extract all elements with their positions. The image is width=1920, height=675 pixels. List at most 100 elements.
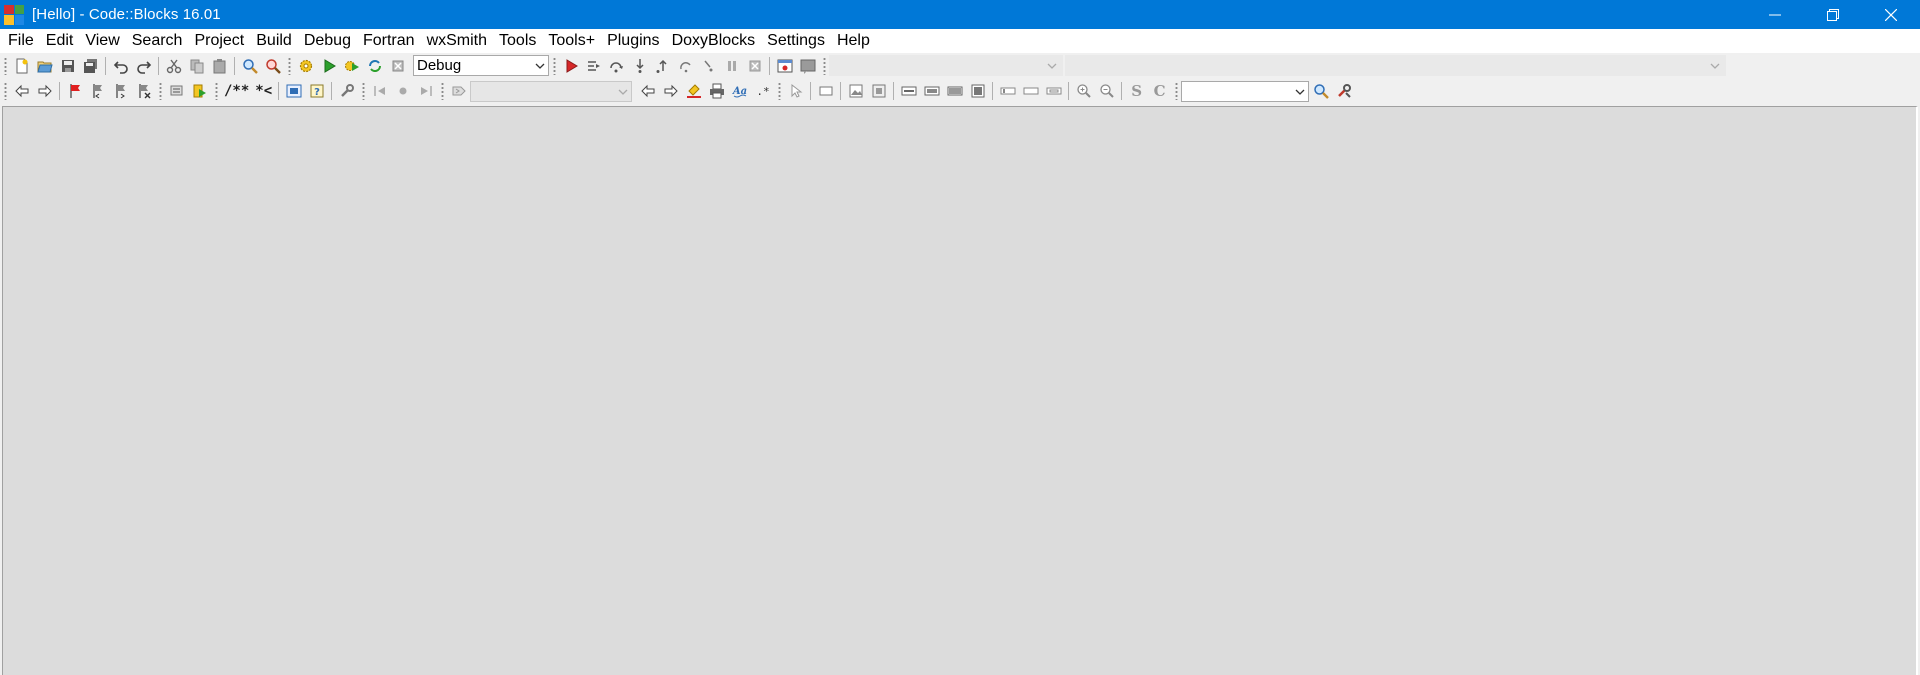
menu-wxsmith[interactable]: wxSmith	[421, 29, 493, 53]
run-button[interactable]	[317, 55, 340, 77]
sizer-2-button[interactable]	[920, 80, 943, 102]
abort-button[interactable]	[386, 55, 409, 77]
zoom-in-button[interactable]	[1072, 80, 1095, 102]
search-go-button[interactable]	[1309, 80, 1332, 102]
toggle-bookmark-button[interactable]	[63, 80, 86, 102]
toolbar-grip[interactable]	[159, 82, 162, 100]
stop-point-button[interactable]	[391, 80, 414, 102]
break-debugger-button[interactable]	[720, 55, 743, 77]
format-style-s-button[interactable]: S	[1125, 80, 1148, 102]
print-button[interactable]	[705, 80, 728, 102]
step-into-instruction-button[interactable]	[697, 55, 720, 77]
step-out-button[interactable]	[651, 55, 674, 77]
paste-button[interactable]	[208, 55, 231, 77]
save-all-button[interactable]	[79, 55, 102, 77]
border-3-button[interactable]	[1042, 80, 1065, 102]
run-script-button[interactable]	[188, 80, 211, 102]
replace-button[interactable]	[261, 55, 284, 77]
symbol-select[interactable]	[470, 80, 633, 102]
search-combo[interactable]	[1181, 80, 1310, 102]
toolbar-grip[interactable]	[823, 56, 826, 75]
regex-button[interactable]: .*	[751, 80, 774, 102]
build-target-select[interactable]: Debug	[413, 55, 549, 76]
menu-edit[interactable]: Edit	[40, 29, 80, 53]
go-to-first-button[interactable]	[368, 80, 391, 102]
toolbar-grip[interactable]	[778, 82, 782, 100]
menu-search[interactable]: Search	[126, 29, 189, 53]
image-tool-button[interactable]	[844, 80, 867, 102]
toolbar-grip[interactable]	[362, 82, 366, 100]
jump-back-button[interactable]	[10, 80, 33, 102]
close-button[interactable]	[1862, 0, 1920, 29]
various-info-button[interactable]	[796, 55, 819, 77]
highlight-button[interactable]	[682, 80, 705, 102]
doxyblocks-config-button[interactable]	[335, 80, 358, 102]
sizer-3-button[interactable]	[943, 80, 966, 102]
toolbar-grip[interactable]	[4, 56, 7, 75]
go-to-last-button[interactable]	[414, 80, 437, 102]
menu-tools[interactable]: Tools	[493, 29, 542, 53]
menu-file[interactable]: File	[2, 29, 40, 53]
copy-button[interactable]	[185, 55, 208, 77]
toolbar-grip[interactable]	[441, 82, 445, 100]
sizer-1-button[interactable]	[897, 80, 920, 102]
extract-documentation-button[interactable]: ?	[305, 80, 328, 102]
menu-project[interactable]: Project	[188, 29, 250, 53]
search-options-button[interactable]	[1332, 80, 1355, 102]
toolbar-grip[interactable]	[215, 82, 218, 100]
stop-debugger-button[interactable]	[743, 55, 766, 77]
previous-bookmark-button[interactable]	[86, 80, 109, 102]
build-and-run-button[interactable]	[340, 55, 363, 77]
menu-plugins[interactable]: Plugins	[601, 29, 665, 53]
menu-view[interactable]: View	[79, 29, 125, 53]
undo-button[interactable]	[109, 55, 132, 77]
border-2-button[interactable]	[1019, 80, 1042, 102]
minimize-button[interactable]	[1746, 0, 1804, 29]
toolbar-grip[interactable]	[4, 82, 7, 100]
cut-button[interactable]	[162, 55, 185, 77]
pointer-tool-button[interactable]	[784, 80, 807, 102]
spell-check-button[interactable]: Aa	[728, 80, 751, 102]
menu-doxyblocks[interactable]: DoxyBlocks	[666, 29, 762, 53]
redo-button[interactable]	[132, 55, 155, 77]
editor-workspace[interactable]	[2, 106, 1918, 675]
code-completion-scope-select[interactable]	[829, 55, 1063, 76]
jump-forward-button[interactable]	[33, 80, 56, 102]
format-style-c-button[interactable]: C	[1148, 80, 1171, 102]
sizer-4-button[interactable]	[966, 80, 989, 102]
code-completion-function-select[interactable]	[1065, 55, 1726, 76]
find-button[interactable]	[238, 55, 261, 77]
show-todo-button[interactable]	[165, 80, 188, 102]
symbol-jump-button[interactable]	[447, 80, 470, 102]
menu-settings[interactable]: Settings	[761, 29, 831, 53]
doxywizard-button[interactable]	[282, 80, 305, 102]
toolbar-grip[interactable]	[553, 56, 556, 75]
zoom-out-button[interactable]	[1095, 80, 1118, 102]
next-bookmark-button[interactable]	[109, 80, 132, 102]
new-file-button[interactable]	[10, 55, 33, 77]
insert-comment-block-button[interactable]: /**	[221, 80, 252, 102]
toolbar-grip[interactable]	[1175, 82, 1179, 100]
toolbar-grip[interactable]	[288, 56, 291, 75]
panel-tool-button[interactable]	[814, 80, 837, 102]
restore-button[interactable]	[1804, 0, 1862, 29]
clear-bookmarks-button[interactable]	[132, 80, 155, 102]
codeblocks-app-icon[interactable]	[4, 4, 24, 25]
menu-debug[interactable]: Debug	[298, 29, 357, 53]
build-button[interactable]	[294, 55, 317, 77]
rebuild-button[interactable]	[363, 55, 386, 77]
save-button[interactable]	[56, 55, 79, 77]
open-file-button[interactable]	[33, 55, 56, 77]
menu-build[interactable]: Build	[250, 29, 298, 53]
next-line-button[interactable]	[605, 55, 628, 77]
bitmap-button-tool[interactable]	[867, 80, 890, 102]
next-instruction-button[interactable]	[674, 55, 697, 77]
debugging-windows-button[interactable]	[773, 55, 796, 77]
border-1-button[interactable]	[996, 80, 1019, 102]
menu-tools-plus[interactable]: Tools+	[542, 29, 601, 53]
step-into-button[interactable]	[628, 55, 651, 77]
menu-help[interactable]: Help	[831, 29, 876, 53]
debug-continue-button[interactable]	[559, 55, 582, 77]
run-to-cursor-button[interactable]	[582, 55, 605, 77]
back-button[interactable]	[636, 80, 659, 102]
